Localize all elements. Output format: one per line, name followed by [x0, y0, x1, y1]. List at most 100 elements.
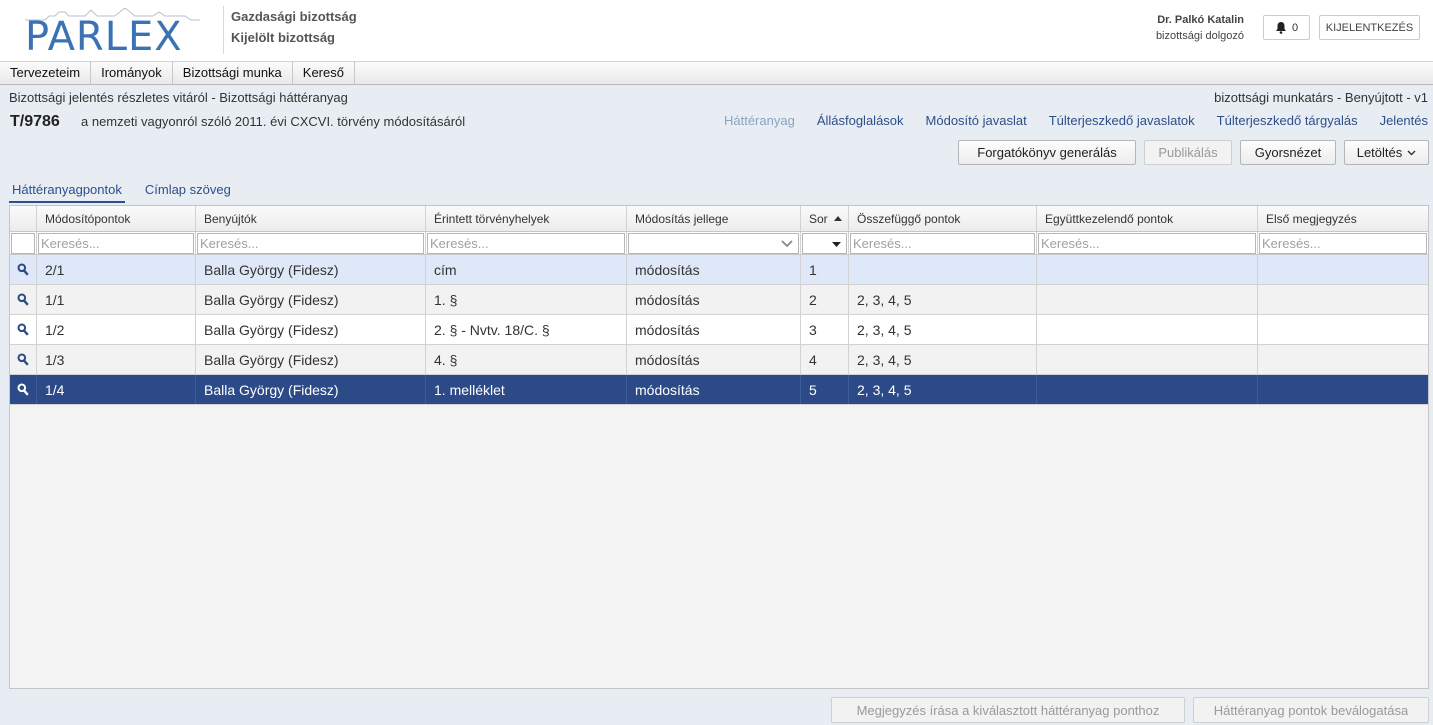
select-background-points-button[interactable]: Háttéranyag pontok beválogatása [1193, 697, 1429, 723]
user-role: bizottsági dolgozó [1155, 30, 1244, 42]
filter-amendment-type-select[interactable] [628, 233, 799, 254]
filter-related-points-input[interactable] [850, 233, 1035, 254]
row-number-label: Sor [809, 212, 828, 226]
logout-button[interactable]: KIJELENTKEZÉS [1319, 15, 1420, 40]
menu-item-committee-work[interactable]: Bizottsági munka [173, 62, 293, 84]
tab-cover-text[interactable]: Címlap szöveg [142, 180, 234, 203]
cell-amendment-type: módosítás [627, 285, 801, 314]
magnifier-icon [17, 353, 29, 366]
grid-header-first-comment[interactable]: Első megjegyzés [1258, 206, 1428, 231]
grid-header-affected-sections[interactable]: Érintett törvényhelyek [426, 206, 627, 231]
menu-item-search[interactable]: Kereső [293, 62, 355, 84]
view-details-button[interactable] [10, 315, 37, 344]
cell-affected-section: 4. § [426, 345, 627, 374]
cell-related-points: 2, 3, 4, 5 [849, 345, 1037, 374]
view-details-button[interactable] [10, 285, 37, 314]
menu-item-documents[interactable]: Irományok [91, 62, 173, 84]
filter-cell-affected-sections [426, 232, 627, 254]
grid-filter-row [10, 232, 1428, 255]
grid-header-joint-points[interactable]: Együttkezelendő pontok [1037, 206, 1258, 231]
notification-count: 0 [1291, 21, 1299, 34]
table-row[interactable]: 1/2 Balla György (Fidesz) 2. § - Nvtv. 1… [10, 315, 1428, 345]
filter-submitters-input[interactable] [197, 233, 424, 254]
cell-joint-points [1037, 345, 1258, 374]
preview-button[interactable]: Gyorsnézet [1240, 140, 1336, 165]
nav-link-background[interactable]: Háttéranyag [724, 113, 795, 128]
table-row[interactable]: 1/1 Balla György (Fidesz) 1. § módosítás… [10, 285, 1428, 315]
nav-link-report[interactable]: Jelentés [1380, 113, 1428, 128]
filter-cell-amendment-type [627, 232, 801, 254]
filter-cell-row-number [801, 232, 849, 254]
nav-link-positions[interactable]: Állásfoglalások [817, 113, 904, 128]
filter-first-comment-input[interactable] [1259, 233, 1427, 254]
filter-cell-submitters [196, 232, 426, 254]
table-row[interactable]: 2/1 Balla György (Fidesz) cím módosítás … [10, 255, 1428, 285]
cell-submitter: Balla György (Fidesz) [196, 315, 426, 344]
notifications-button[interactable]: 0 [1263, 15, 1310, 40]
filter-cell-amendment-points [37, 232, 196, 254]
cell-amendment-type: módosítás [627, 345, 801, 374]
cell-first-comment [1258, 315, 1428, 344]
filter-affected-sections-input[interactable] [427, 233, 625, 254]
cell-first-comment [1258, 345, 1428, 374]
parlex-logo[interactable]: PARLEX [25, 8, 200, 60]
filter-amendment-points-input[interactable] [38, 233, 194, 254]
cell-first-comment [1258, 375, 1428, 404]
menu-item-drafts[interactable]: Tervezeteim [0, 62, 92, 84]
cell-amendment-point: 1/1 [37, 285, 196, 314]
cell-amendment-point: 1/2 [37, 315, 196, 344]
cell-related-points: 2, 3, 4, 5 [849, 375, 1037, 404]
filter-row-number-select[interactable] [802, 233, 847, 254]
cell-related-points: 2, 3, 4, 5 [849, 285, 1037, 314]
sort-ascending-icon [833, 216, 842, 221]
document-status: bizottsági munkatárs - Benyújtott - v1 [1214, 90, 1428, 105]
magnifier-icon [17, 383, 29, 396]
cell-row-number: 4 [801, 345, 849, 374]
filter-joint-points-input[interactable] [1038, 233, 1256, 254]
cell-first-comment [1258, 255, 1428, 284]
content-tabs: Háttéranyagpontok Címlap szöveg [9, 180, 234, 203]
grid-header-submitters[interactable]: Benyújtók [196, 206, 426, 231]
nav-link-amendment[interactable]: Módosító javaslat [926, 113, 1027, 128]
cell-joint-points [1037, 375, 1258, 404]
cell-amendment-type: módosítás [627, 315, 801, 344]
view-details-button[interactable] [10, 375, 37, 404]
nav-link-overreaching-proposals[interactable]: Túlterjeszkedő javaslatok [1049, 113, 1195, 128]
document-title: a nemzeti vagyonról szóló 2011. évi CXCV… [81, 114, 466, 129]
view-details-button[interactable] [10, 345, 37, 374]
committee-primary: Gazdasági bizottság [231, 9, 357, 24]
filter-spacer [10, 232, 37, 254]
view-details-button[interactable] [10, 255, 37, 284]
cell-row-number: 2 [801, 285, 849, 314]
cell-joint-points [1037, 285, 1258, 314]
cell-affected-section: cím [426, 255, 627, 284]
cell-submitter: Balla György (Fidesz) [196, 375, 426, 404]
cell-amendment-type: módosítás [627, 255, 801, 284]
download-button-label: Letöltés [1356, 145, 1403, 160]
grid-header-amendment-type[interactable]: Módosítás jellege [627, 206, 801, 231]
logo-text: PARLEX [25, 14, 183, 60]
magnifier-icon [17, 323, 29, 336]
filter-cell-related-points [849, 232, 1037, 254]
cell-affected-section: 1. § [426, 285, 627, 314]
write-comment-button[interactable]: Megjegyzés írása a kiválasztott háttéran… [831, 697, 1185, 723]
table-row[interactable]: 1/3 Balla György (Fidesz) 4. § módosítás… [10, 345, 1428, 375]
tab-background-points[interactable]: Háttéranyagpontok [9, 180, 125, 203]
cell-amendment-point: 1/4 [37, 375, 196, 404]
cell-submitter: Balla György (Fidesz) [196, 255, 426, 284]
cell-row-number: 1 [801, 255, 849, 284]
cell-related-points: 2, 3, 4, 5 [849, 315, 1037, 344]
grid-header-row-number[interactable]: Sor [801, 206, 849, 231]
download-button[interactable]: Letöltés [1344, 140, 1429, 165]
cell-row-number: 5 [801, 375, 849, 404]
app-header: PARLEX Gazdasági bizottság Kijelölt bizo… [0, 0, 1433, 62]
grid-header-related-points[interactable]: Összefüggő pontok [849, 206, 1037, 231]
grid-header-row: Módosítópontok Benyújtók Érintett törvén… [10, 206, 1428, 232]
nav-link-overreaching-debate[interactable]: Túlterjeszkedő tárgyalás [1217, 113, 1358, 128]
table-row-selected[interactable]: 1/4 Balla György (Fidesz) 1. melléklet m… [10, 375, 1428, 405]
generate-script-button[interactable]: Forgatókönyv generálás [958, 140, 1136, 165]
grid-header-amendment-points[interactable]: Módosítópontok [37, 206, 196, 231]
cell-related-points [849, 255, 1037, 284]
cell-amendment-type: módosítás [627, 375, 801, 404]
publish-button[interactable]: Publikálás [1144, 140, 1232, 165]
